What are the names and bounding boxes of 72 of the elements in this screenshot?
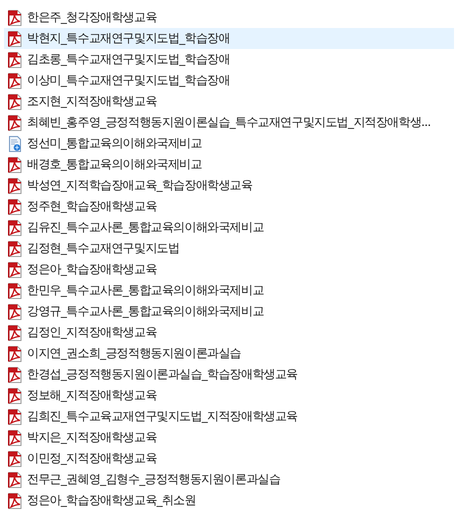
pdf-file-icon xyxy=(7,450,23,466)
file-item[interactable]: 김초롱_특수교재연구및지도법_학습장애 xyxy=(4,49,454,70)
file-name: 김정인_지적장애학생교육 xyxy=(27,324,157,341)
file-name: 정은아_학습장애학생교육 xyxy=(27,261,157,278)
pdf-file-icon xyxy=(7,366,23,382)
pdf-file-icon xyxy=(7,72,23,88)
file-item[interactable]: 한민우_특수교사론_통합교육의이해와국제비교 xyxy=(4,280,454,301)
pdf-file-icon xyxy=(7,472,23,488)
file-item[interactable]: 배경호_통합교육의이해와국제비교 xyxy=(4,154,454,175)
pdf-file-icon xyxy=(7,492,23,508)
file-name: 정은아_학습장애학생교육_취소원 xyxy=(27,492,196,509)
pdf-file-icon xyxy=(7,10,23,26)
web-document-icon xyxy=(7,136,23,152)
file-name: 정선미_통합교육의이해와국제비교 xyxy=(27,135,202,152)
file-item[interactable]: 강영규_특수교사론_통합교육의이해와국제비교 xyxy=(4,301,454,322)
pdf-file-icon xyxy=(7,178,23,194)
file-item[interactable]: 정은아_학습장애학생교육 xyxy=(4,259,454,280)
pdf-file-icon xyxy=(7,240,23,256)
file-item[interactable]: 정선미_통합교육의이해와국제비교 xyxy=(4,133,454,154)
file-item[interactable]: 김희진_특수교육교재연구및지도법_지적장애학생교육 xyxy=(4,406,454,427)
file-name: 조지현_지적장애학생교육 xyxy=(27,93,157,110)
file-name: 한경섭_긍정적행동지원이론과실습_학습장애학생교육 xyxy=(27,366,298,383)
file-name: 박현지_특수교재연구및지도법_학습장애 xyxy=(27,30,230,47)
pdf-file-icon xyxy=(7,408,23,424)
pdf-file-icon xyxy=(7,346,23,362)
file-item[interactable]: 한은주_청각장애학생교육 xyxy=(4,7,454,28)
file-name: 한은주_청각장애학생교육 xyxy=(27,9,157,26)
file-item[interactable]: 전무근_권혜영_김형수_긍정적행동지원이론과실습 xyxy=(4,469,454,490)
pdf-file-icon xyxy=(7,282,23,298)
pdf-file-icon xyxy=(7,52,23,68)
pdf-file-icon xyxy=(7,198,23,214)
file-item[interactable]: 김정인_지적장애학생교육 xyxy=(4,322,454,343)
file-name: 전무근_권혜영_김형수_긍정적행동지원이론과실습 xyxy=(27,471,280,488)
pdf-file-icon xyxy=(7,114,23,130)
pdf-file-icon xyxy=(7,430,23,446)
file-name: 강영규_특수교사론_통합교육의이해와국제비교 xyxy=(27,303,264,320)
file-name: 박성연_지적학습장애교육_학습장애학생교육 xyxy=(27,177,252,194)
file-name: 이지연_권소희_긍정적행동지원이론과실습 xyxy=(27,345,242,362)
file-name: 한민우_특수교사론_통합교육의이해와국제비교 xyxy=(27,282,264,299)
file-item[interactable]: 김유진_특수교사론_통합교육의이해와국제비교 xyxy=(4,217,454,238)
pdf-file-icon xyxy=(7,30,23,46)
file-name: 정주현_학습장애학생교육 xyxy=(27,198,157,215)
file-item[interactable]: 김정현_특수교재연구및지도법 xyxy=(4,238,454,259)
pdf-file-icon xyxy=(7,262,23,278)
file-item[interactable]: 한경섭_긍정적행동지원이론과실습_학습장애학생교육 xyxy=(4,364,454,385)
file-name: 김초롱_특수교재연구및지도법_학습장애 xyxy=(27,51,230,68)
file-name: 김정현_특수교재연구및지도법 xyxy=(27,240,180,257)
file-item[interactable]: 이상미_특수교재연구및지도법_학습장애 xyxy=(4,70,454,91)
file-item[interactable]: 최혜빈_홍주영_긍정적행동지원이론실습_특수교재연구및지도법_지적장애학생... xyxy=(4,112,454,133)
pdf-file-icon xyxy=(7,220,23,236)
file-name: 김유진_특수교사론_통합교육의이해와국제비교 xyxy=(27,219,264,236)
file-item[interactable]: 정보해_지적장애학생교육 xyxy=(4,385,454,406)
file-name: 정보해_지적장애학생교육 xyxy=(27,387,157,404)
pdf-file-icon xyxy=(7,388,23,404)
file-name: 최혜빈_홍주영_긍정적행동지원이론실습_특수교재연구및지도법_지적장애학생... xyxy=(27,114,430,131)
file-item[interactable]: 박성연_지적학습장애교육_학습장애학생교육 xyxy=(4,175,454,196)
file-name: 이민정_지적장애학생교육 xyxy=(27,450,157,467)
pdf-file-icon xyxy=(7,304,23,320)
file-name: 박지은_지적장애학생교육 xyxy=(27,429,157,446)
pdf-file-icon xyxy=(7,324,23,340)
file-item[interactable]: 박현지_특수교재연구및지도법_학습장애 xyxy=(4,28,454,49)
file-name: 이상미_특수교재연구및지도법_학습장애 xyxy=(27,72,230,89)
file-item[interactable]: 조지현_지적장애학생교육 xyxy=(4,91,454,112)
file-item[interactable]: 이지연_권소희_긍정적행동지원이론과실습 xyxy=(4,343,454,364)
file-item[interactable]: 정주현_학습장애학생교육 xyxy=(4,196,454,217)
file-item[interactable]: 이민정_지적장애학생교육 xyxy=(4,448,454,469)
file-name: 배경호_통합교육의이해와국제비교 xyxy=(27,156,202,173)
file-item[interactable]: 정은아_학습장애학생교육_취소원 xyxy=(4,490,454,511)
file-item[interactable]: 박지은_지적장애학생교육 xyxy=(4,427,454,448)
file-name: 김희진_특수교육교재연구및지도법_지적장애학생교육 xyxy=(27,408,298,425)
pdf-file-icon xyxy=(7,94,23,110)
pdf-file-icon xyxy=(7,156,23,172)
